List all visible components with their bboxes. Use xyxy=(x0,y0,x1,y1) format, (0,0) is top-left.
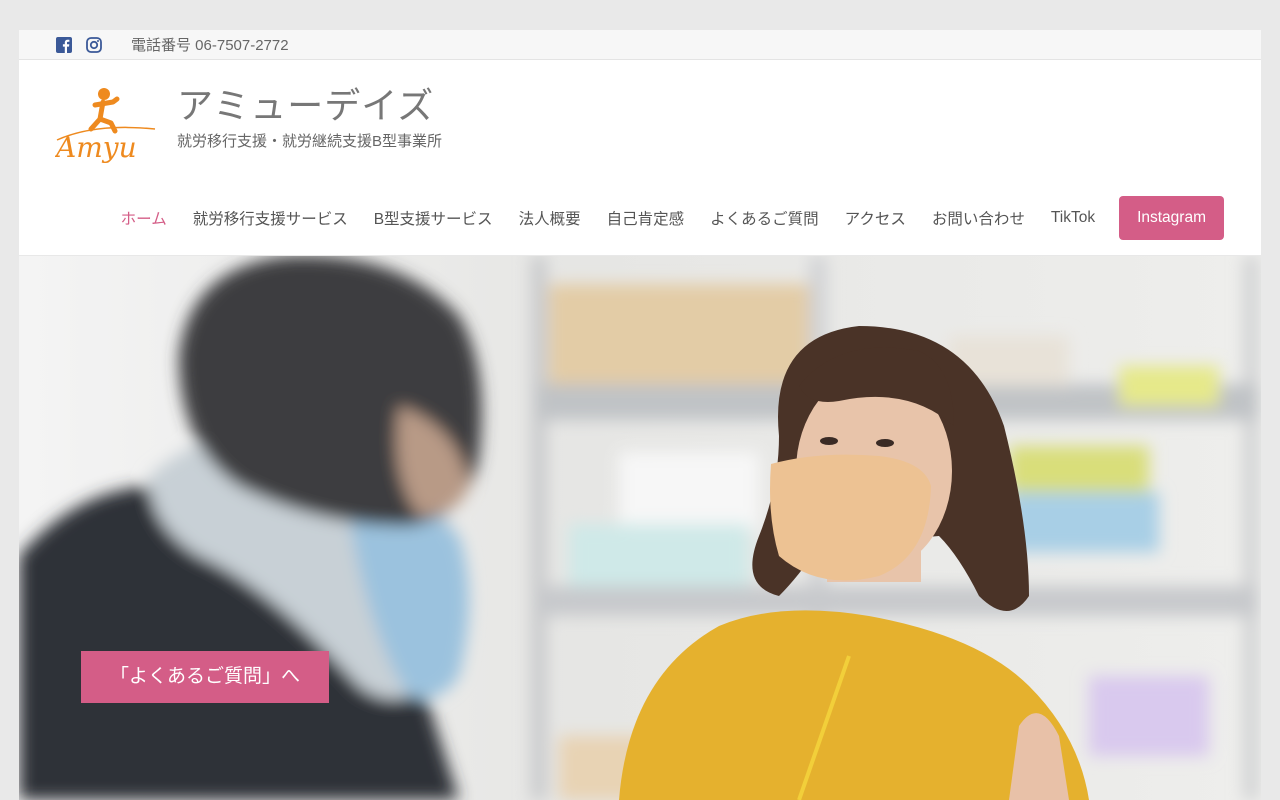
hero-image xyxy=(19,256,1261,800)
logo-text: Amyu xyxy=(55,131,137,164)
site-title[interactable]: アミューデイズ xyxy=(177,86,442,126)
facebook-icon[interactable] xyxy=(56,36,72,53)
amyu-logo[interactable]: Amyu xyxy=(55,85,157,165)
main-navigation: ホーム 就労移行支援サービス B型支援サービス 法人概要 自己肯定感 よくあるご… xyxy=(95,196,1224,240)
top-bar: 電話番号 06-7507-2772 xyxy=(19,30,1261,60)
nav-item-self-esteem[interactable]: 自己肯定感 xyxy=(607,207,685,229)
nav-item-home[interactable]: ホーム xyxy=(121,207,167,229)
page: 電話番号 06-7507-2772 Amyu アミューデイズ 就労移行支援・就労… xyxy=(19,30,1261,800)
instagram-icon[interactable] xyxy=(86,36,102,53)
site-tagline: 就労移行支援・就労継続支援B型事業所 xyxy=(177,133,443,150)
phone-number: 電話番号 06-7507-2772 xyxy=(131,37,289,54)
instagram-button[interactable]: Instagram xyxy=(1119,196,1224,240)
nav-item-tiktok[interactable]: TikTok xyxy=(1051,209,1095,227)
nav-item-contact[interactable]: お問い合わせ xyxy=(932,207,1025,229)
site-branding[interactable]: Amyu アミューデイズ 就労移行支援・就労継続支援B型事業所 xyxy=(55,85,442,165)
social-links xyxy=(56,36,102,53)
nav-item-faq[interactable]: よくあるご質問 xyxy=(710,207,819,229)
faq-hero-button[interactable]: 「よくあるご質問」へ xyxy=(81,651,329,703)
nav-item-company-overview[interactable]: 法人概要 xyxy=(519,207,581,229)
nav-item-access[interactable]: アクセス xyxy=(845,207,906,229)
hero-section: 「よくあるご質問」へ xyxy=(19,256,1261,800)
nav-item-type-b-support[interactable]: B型支援サービス xyxy=(374,207,493,229)
nav-item-transition-support[interactable]: 就労移行支援サービス xyxy=(193,207,348,229)
